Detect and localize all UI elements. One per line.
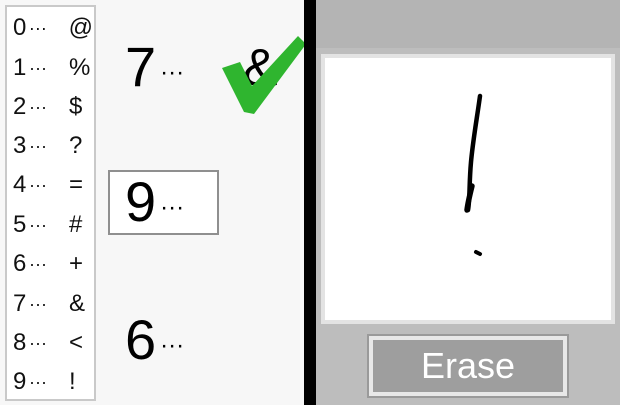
checkmark-icon <box>222 36 304 114</box>
key-row: 7 ··· & <box>13 284 93 324</box>
key-row: 6 ··· + <box>13 244 93 284</box>
key-digit: 9 <box>13 368 27 395</box>
right-screen: Erase <box>316 0 620 405</box>
key-row: 9 ··· ! <box>13 362 93 402</box>
key-digit: 1 <box>13 54 27 81</box>
key-symbol: ! <box>69 368 76 395</box>
key-dots: ··· <box>29 253 47 274</box>
key-row: 8 ··· < <box>13 323 93 363</box>
left-screen: 0 ··· @ 1 ··· % 2 ··· $ 3 ··· ? 4 ··· = … <box>0 0 304 405</box>
key-dots: ··· <box>28 17 47 38</box>
clue-row-active: 9 ··· <box>125 167 184 237</box>
key-row: 0 ··· @ <box>13 8 93 48</box>
key-dots: ··· <box>29 214 47 235</box>
key-digit: 0 <box>13 14 27 41</box>
symbol-key-panel: 0 ··· @ 1 ··· % 2 ··· $ 3 ··· ? 4 ··· = … <box>5 5 96 401</box>
key-symbol: ? <box>69 132 83 159</box>
key-digit: 6 <box>13 250 27 277</box>
key-row: 1 ··· % <box>13 48 93 88</box>
top-bar <box>316 0 620 48</box>
clue-dots: ··· <box>160 332 185 359</box>
key-digit: 5 <box>13 211 27 238</box>
key-symbol: + <box>69 250 84 277</box>
key-symbol: @ <box>68 14 93 41</box>
clue-digit: 7 <box>125 35 157 98</box>
clue-digit: 6 <box>125 308 157 371</box>
key-dots: ··· <box>29 293 47 314</box>
key-digit: 3 <box>13 132 27 159</box>
key-row: 3 ··· ? <box>13 126 93 166</box>
clue-digit: 9 <box>125 170 157 233</box>
key-symbol: < <box>69 329 84 356</box>
key-digit: 2 <box>13 93 27 120</box>
key-symbol: & <box>69 290 86 317</box>
key-symbol: = <box>69 171 84 198</box>
clue-dots: ··· <box>160 59 185 86</box>
handwritten-exclamation-icon <box>464 93 483 256</box>
drawing-canvas[interactable] <box>325 58 611 320</box>
key-digit: 7 <box>13 290 27 317</box>
screen-divider <box>304 0 316 405</box>
clue-dots: ··· <box>160 194 185 221</box>
key-dots: ··· <box>29 135 47 156</box>
erase-button-label: Erase <box>373 340 563 392</box>
clue-row-pending: 6 ··· <box>125 305 184 375</box>
key-digit: 8 <box>13 329 27 356</box>
erase-button[interactable]: Erase <box>367 334 569 398</box>
key-row: 5 ··· # <box>13 205 93 245</box>
drawing-frame <box>321 54 615 324</box>
key-row: 4 ··· = <box>13 165 93 205</box>
key-symbol: # <box>69 211 83 238</box>
key-symbol: $ <box>69 93 83 120</box>
key-dots: ··· <box>29 332 47 353</box>
key-symbol: % <box>69 54 91 81</box>
key-dots: ··· <box>29 371 47 392</box>
key-dots: ··· <box>29 57 47 78</box>
key-row: 2 ··· $ <box>13 87 93 127</box>
key-dots: ··· <box>29 174 47 195</box>
key-dots: ··· <box>29 96 47 117</box>
key-digit: 4 <box>13 171 27 198</box>
clue-row-answered: 7 ··· <box>125 32 184 102</box>
